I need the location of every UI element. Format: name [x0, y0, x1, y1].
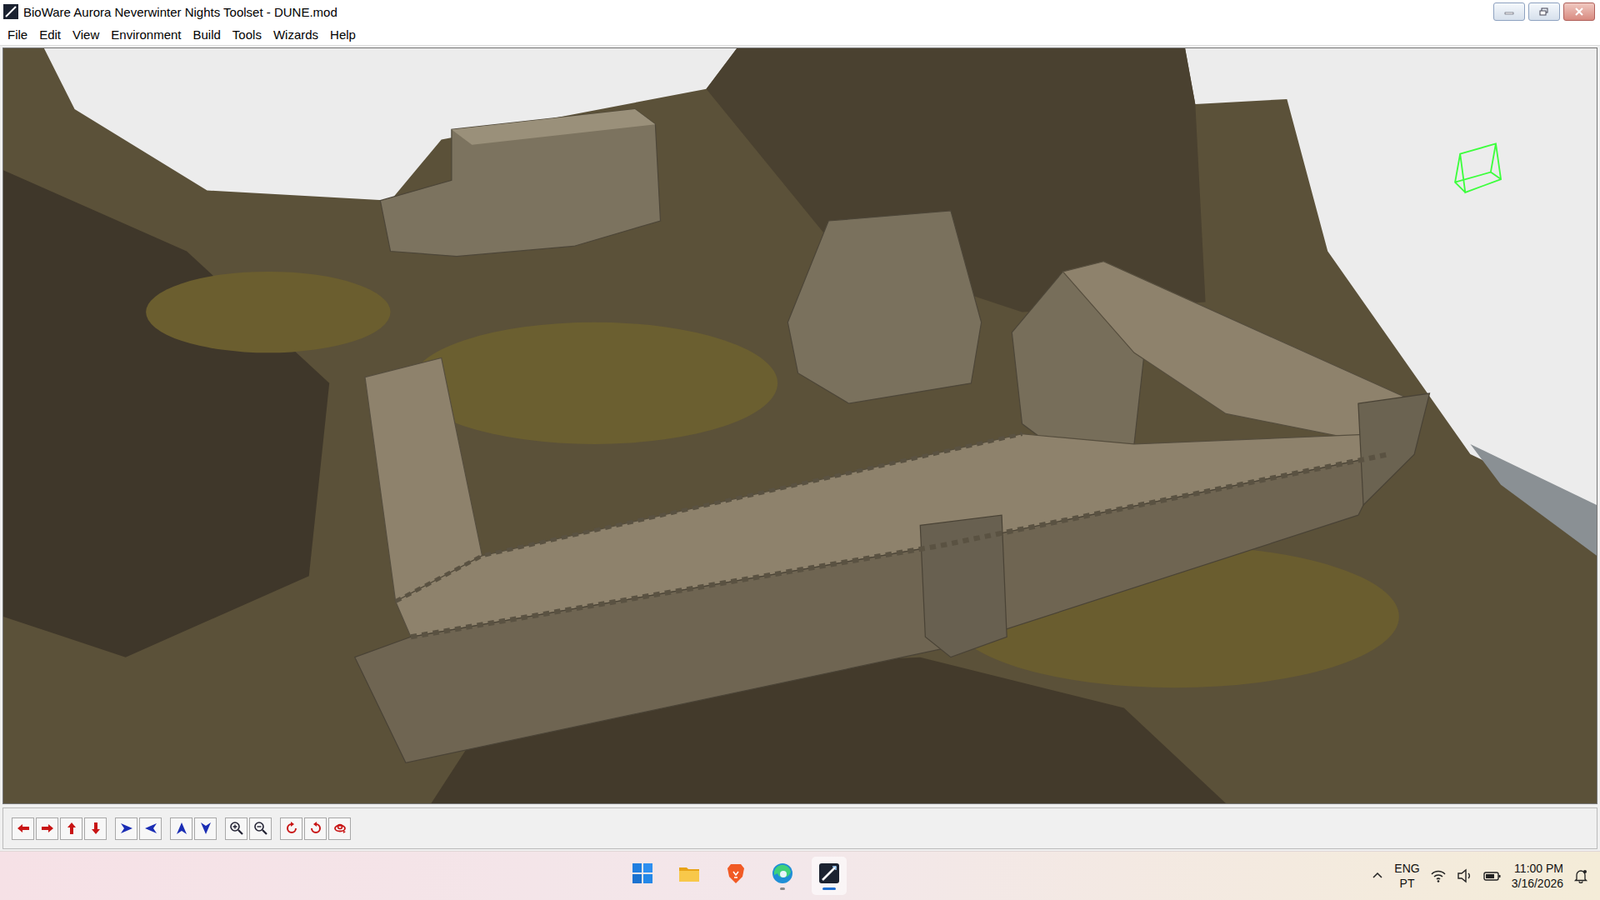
pan-down-button[interactable] — [84, 817, 107, 840]
clock[interactable]: 11:00 PM3/16/2026 — [1511, 860, 1564, 891]
edge-icon — [770, 861, 795, 885]
move-right-button[interactable] — [115, 817, 138, 840]
sea — [1470, 444, 1597, 556]
taskbar-app[interactable] — [625, 856, 660, 895]
sky — [3, 48, 1597, 804]
grass — [410, 322, 778, 445]
restore-button[interactable] — [1528, 2, 1560, 21]
explorer-icon — [677, 861, 701, 885]
wifi-icon[interactable] — [1430, 868, 1447, 884]
menu-item[interactable]: Wizards — [267, 25, 325, 44]
menu-item[interactable]: File — [1, 25, 34, 44]
terrain — [3, 48, 1597, 804]
battlements — [395, 434, 1023, 602]
lower-button[interactable] — [194, 817, 217, 840]
system-tray: ENGPT 11:00 PM3/16/2026 — [1370, 860, 1600, 891]
battery-icon[interactable] — [1483, 868, 1502, 884]
running-indicator — [822, 887, 836, 890]
taskbar-app[interactable] — [718, 856, 754, 895]
menu-item[interactable]: Tools — [226, 25, 268, 44]
rotate-ccw-icon — [308, 820, 324, 836]
chevron-up-icon[interactable] — [1370, 869, 1385, 883]
taskbar-app[interactable] — [671, 856, 707, 895]
zoom-out-button[interactable] — [249, 817, 272, 840]
close-icon — [1574, 7, 1585, 16]
zoom-out-icon — [253, 820, 269, 836]
brave-icon — [724, 861, 748, 885]
toolbar-group — [170, 817, 217, 840]
upper-castle — [380, 109, 660, 257]
wall-tower — [1358, 393, 1430, 505]
toolset-logo-icon — [3, 4, 19, 20]
toolset-icon — [817, 861, 841, 885]
cliff — [3, 170, 330, 658]
orbit-icon — [332, 820, 348, 836]
move-right-icon — [119, 820, 135, 836]
restore-icon — [1539, 7, 1550, 16]
pan-up-button[interactable] — [60, 817, 83, 840]
language-indicator[interactable]: ENGPT — [1394, 860, 1420, 891]
pan-left-icon — [15, 820, 31, 836]
toolbar-group — [11, 817, 107, 840]
menu-item[interactable]: Edit — [33, 25, 67, 44]
pan-down-icon — [88, 820, 104, 836]
area-viewport[interactable] — [2, 47, 1598, 805]
start-icon — [630, 861, 655, 885]
taskbar: ENGPT 11:00 PM3/16/2026 — [0, 850, 1600, 900]
volume-icon[interactable] — [1456, 868, 1474, 884]
battlements — [410, 454, 1390, 637]
taskbar-apps — [0, 856, 1371, 895]
menu-item[interactable]: Build — [187, 25, 227, 44]
raise-icon — [174, 820, 190, 836]
pan-right-button[interactable] — [35, 817, 59, 840]
pan-right-icon — [40, 820, 55, 836]
menu-item[interactable]: Help — [324, 25, 362, 44]
area-render[interactable] — [3, 48, 1597, 804]
zoom-in-button[interactable] — [225, 817, 248, 840]
window-controls — [1493, 2, 1600, 21]
pan-left-button[interactable] — [11, 817, 35, 840]
close-button[interactable] — [1563, 2, 1595, 21]
wall-tower — [920, 515, 1007, 657]
tower-keep — [787, 210, 981, 404]
move-left-button[interactable] — [139, 817, 162, 840]
outer-wall — [355, 454, 1390, 763]
menu-item[interactable]: Environment — [105, 25, 187, 44]
menu-item[interactable]: View — [66, 25, 105, 44]
minimize-button[interactable] — [1493, 2, 1525, 21]
pan-up-icon — [64, 820, 80, 836]
running-indicator — [780, 887, 785, 890]
rotate-cw-button[interactable] — [280, 817, 303, 840]
toolbar-group — [280, 817, 351, 840]
title-bar: BioWare Aurora Neverwinter Nights Toolse… — [0, 0, 1600, 24]
lower-icon — [198, 820, 214, 836]
toolbar-group — [115, 817, 162, 840]
zoom-in-icon — [229, 820, 245, 836]
rotate-cw-icon — [284, 820, 300, 836]
taskbar-app[interactable] — [765, 856, 800, 895]
grass — [145, 271, 390, 353]
toolset-window: BioWare Aurora Neverwinter Nights Toolse… — [0, 0, 1600, 900]
upper-castle-roof — [451, 109, 656, 145]
raise-button[interactable] — [170, 817, 193, 840]
move-left-icon — [143, 820, 159, 836]
camera-toolbar — [2, 807, 1598, 850]
minimize-icon — [1504, 7, 1515, 16]
orbit-button[interactable] — [328, 817, 351, 840]
menu-bar: FileEditViewEnvironmentBuildToolsWizards… — [0, 23, 1600, 46]
selection-box-icon[interactable] — [1455, 143, 1501, 192]
rotate-ccw-button[interactable] — [304, 817, 327, 840]
window-title: BioWare Aurora Neverwinter Nights Toolse… — [23, 5, 1489, 20]
toolbar-group — [225, 817, 272, 840]
taskbar-app[interactable] — [811, 856, 847, 895]
notification-bell-icon[interactable] — [1573, 868, 1589, 884]
